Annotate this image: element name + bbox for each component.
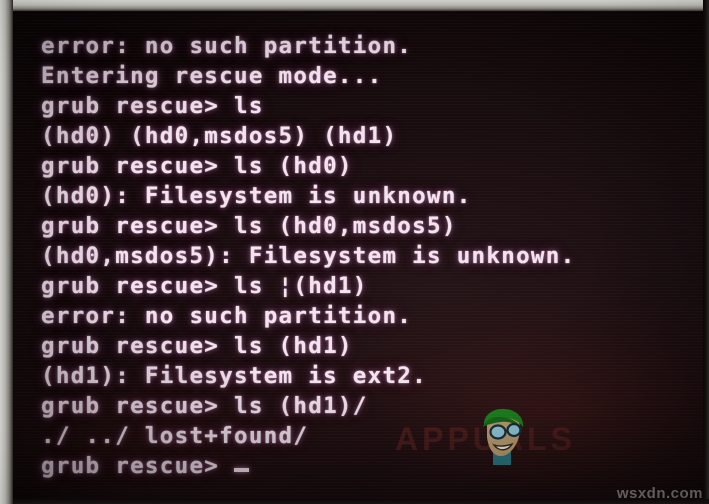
text-cursor [234,468,249,472]
site-credit-label: wsxdn.com [616,485,703,502]
console-text-block: error: no such partition. Entering rescu… [41,31,575,481]
console-line: grub rescue> ls (hd1)/ [41,393,368,419]
grub-rescue-screen: APPUALS error: no such partition. Enteri… [13,11,703,499]
monitor-bezel-right [703,0,709,504]
console-line: ./ ../ lost+found/ [41,423,309,449]
console-line: error: no such partition. [41,303,413,329]
monitor-bezel-bottom [0,499,709,504]
console-line: (hd0): Filesystem is unknown. [41,183,472,209]
prompt-text: grub rescue> [41,453,234,479]
console-line: grub rescue> ls ¦(hd1) [41,273,368,299]
console-prompt-line[interactable]: grub rescue> [41,451,575,481]
monitor-bezel-top [0,0,709,11]
console-line: grub rescue> ls [41,93,264,119]
monitor-bezel-left [0,0,13,504]
console-line: grub rescue> ls (hd1) [41,333,353,359]
console-line: (hd0) (hd0,msdos5) (hd1) [41,123,398,149]
console-line: (hd1): Filesystem is ext2. [41,363,427,389]
console-line: Entering rescue mode... [41,63,383,89]
console-line: grub rescue> ls (hd0) [41,153,353,179]
console-line: error: no such partition. [41,33,413,59]
console-line: grub rescue> ls (hd0,msdos5) [41,213,457,239]
photograph-of-screen: APPUALS error: no such partition. Enteri… [0,0,709,504]
console-line: (hd0,msdos5): Filesystem is unknown. [41,243,576,269]
